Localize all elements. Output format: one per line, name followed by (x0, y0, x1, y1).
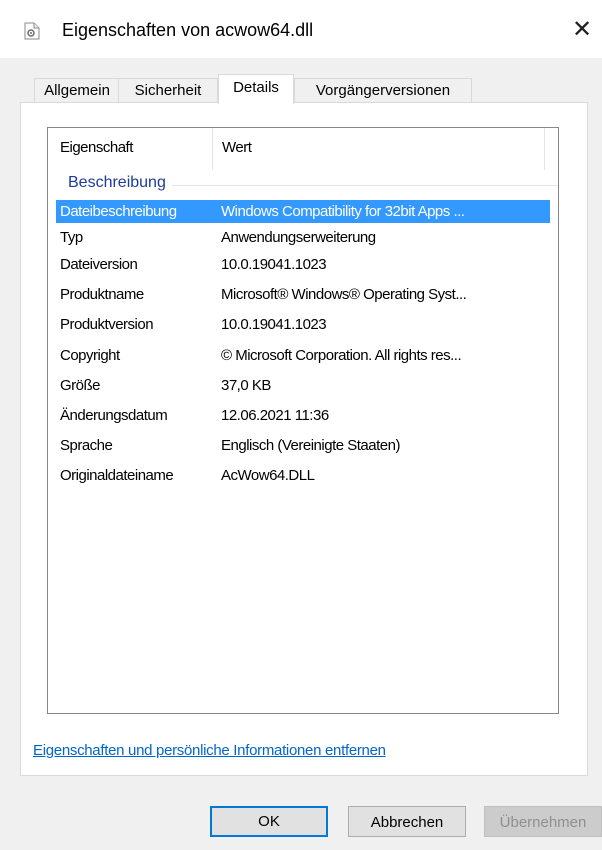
remove-properties-link[interactable]: Eigenschaften und persönliche Informatio… (33, 742, 386, 759)
close-button[interactable]: ✕ (562, 10, 602, 50)
dll-file-icon (24, 22, 40, 40)
cancel-button[interactable]: Abbrechen (348, 806, 466, 837)
tab-label: Sicherheit (134, 82, 202, 99)
tab-allgemein[interactable]: Allgemein (34, 78, 120, 103)
property-name: Copyright (60, 347, 120, 364)
table-row[interactable]: Typ Anwendungserweiterung (56, 225, 550, 251)
property-name: Änderungsdatum (60, 407, 168, 424)
ok-button[interactable]: OK (210, 806, 328, 837)
property-value: Englisch (Vereinigte Staaten) (221, 437, 400, 454)
table-row[interactable]: Dateiversion 10.0.19041.1023 (56, 252, 550, 278)
details-panel: Eigenschaft Wert Beschreibung Dateibesch… (20, 102, 588, 776)
property-value: 12.06.2021 11:36 (221, 407, 329, 424)
tab-sicherheit[interactable]: Sicherheit (118, 78, 218, 103)
property-name: Originaldateiname (60, 467, 174, 484)
column-header-eigenschaft[interactable]: Eigenschaft (60, 139, 133, 156)
table-row[interactable]: Produktversion 10.0.19041.1023 (56, 312, 550, 338)
tab-label: Allgemein (44, 82, 110, 99)
list-header: Eigenschaft Wert (48, 128, 558, 170)
property-name: Sprache (60, 437, 113, 454)
column-divider[interactable] (212, 128, 213, 170)
property-value: AcWow64.DLL (221, 467, 315, 484)
apply-button[interactable]: Übernehmen (484, 806, 602, 837)
property-value: 10.0.19041.1023 (221, 256, 327, 273)
table-row[interactable]: Copyright © Microsoft Corporation. All r… (56, 343, 550, 369)
property-name: Typ (60, 229, 83, 246)
property-value: Microsoft® Windows® Operating Syst... (221, 286, 467, 303)
property-name: Produktversion (60, 316, 154, 333)
property-value: 10.0.19041.1023 (221, 316, 327, 333)
tab-label: Vorgängerversionen (315, 82, 451, 99)
tab-details[interactable]: Details (218, 74, 294, 104)
group-label: Beschreibung (68, 174, 172, 192)
table-row[interactable]: Änderungsdatum 12.06.2021 11:36 (56, 403, 550, 429)
property-value: © Microsoft Corporation. All rights res.… (221, 347, 462, 364)
property-name: Produktname (60, 286, 144, 303)
property-name: Dateibeschreibung (60, 203, 177, 220)
property-value: 37,0 KB (221, 377, 271, 394)
property-name: Größe (60, 377, 101, 394)
property-name: Dateiversion (60, 256, 138, 273)
property-value: Anwendungserweiterung (221, 229, 376, 246)
table-row[interactable]: Dateibeschreibung Windows Compatibility … (56, 200, 550, 223)
column-header-wert[interactable]: Wert (222, 139, 252, 156)
table-row[interactable]: Originaldateiname AcWow64.DLL (56, 463, 550, 489)
window-title: Eigenschaften von acwow64.dll (62, 20, 314, 40)
dialog-body: Allgemein Sicherheit Details Vorgängerve… (0, 58, 602, 850)
table-row[interactable]: Sprache Englisch (Vereinigte Staaten) (56, 433, 550, 459)
close-icon: ✕ (571, 16, 593, 43)
group-header: Beschreibung (48, 170, 558, 198)
column-divider[interactable] (544, 128, 545, 170)
tab-label: Details (233, 79, 279, 96)
table-row[interactable]: Größe 37,0 KB (56, 373, 550, 399)
details-list[interactable]: Eigenschaft Wert Beschreibung Dateibesch… (47, 127, 559, 714)
table-row[interactable]: Produktname Microsoft® Windows® Operatin… (56, 282, 550, 308)
property-value: Windows Compatibility for 32bit Apps ... (221, 203, 465, 220)
title-bar: Eigenschaften von acwow64.dll ✕ (0, 0, 602, 58)
tab-vorgaengerversionen[interactable]: Vorgängerversionen (294, 78, 472, 103)
